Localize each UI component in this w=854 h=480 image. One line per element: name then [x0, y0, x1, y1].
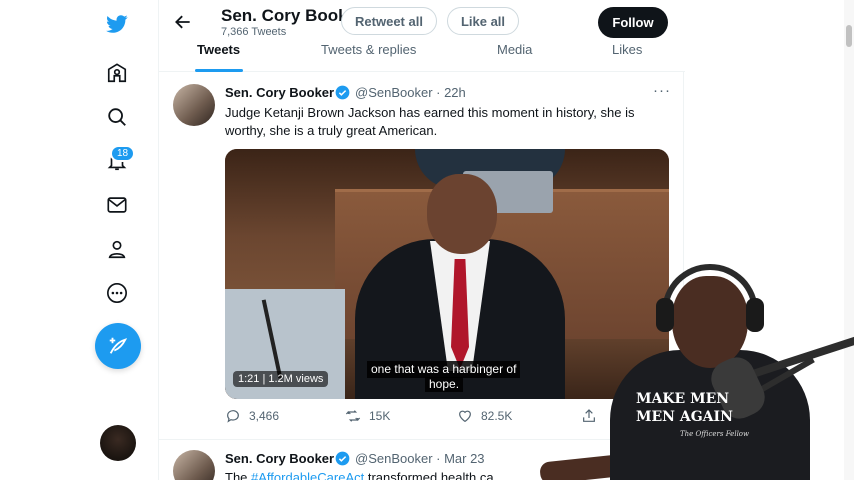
tab-tweets[interactable]: Tweets [197, 42, 240, 57]
reply-button[interactable]: 3,466 [225, 408, 279, 424]
profile-name: Sen. Cory Booker [221, 6, 349, 25]
tweet-author-avatar[interactable] [173, 84, 215, 126]
tab-media[interactable]: Media [497, 42, 532, 57]
follow-button[interactable]: Follow [598, 7, 668, 38]
more-options-icon[interactable] [104, 280, 130, 306]
tweet-text: Judge Ketanji Brown Jackson has earned t… [225, 105, 635, 138]
shirt-line-2: MEN AGAIN [636, 409, 733, 425]
shirt-print: MAKE MEN MEN AGAIN [636, 390, 786, 426]
webcam-overlay: MAKE MEN MEN AGAIN The Officers Fellow [539, 258, 854, 480]
video-caption-line2: hope. [425, 377, 464, 392]
headphones [662, 264, 758, 324]
video-duration-views: 1:21 | 1.2M views [233, 371, 329, 387]
tweet-text-prefix: The [225, 470, 252, 480]
verified-badge-icon [335, 451, 350, 466]
like-count: 82.5K [481, 409, 513, 423]
retweet-all-button[interactable]: Retweet all [341, 7, 437, 35]
tweet-handle-time[interactable]: @SenBooker · 22h [355, 85, 466, 100]
feather-plus-icon [109, 337, 128, 354]
tweet-handle-time[interactable]: @SenBooker · Mar 23 [355, 451, 485, 466]
hashtag-link[interactable]: #AffordableCareAct [251, 470, 364, 480]
compose-tweet-button[interactable] [95, 323, 141, 369]
video-caption-line1: one that was a harbinger of [367, 361, 521, 378]
retweet-button[interactable]: 15K [345, 408, 390, 424]
retweet-count: 15K [369, 409, 391, 423]
account-avatar[interactable] [100, 425, 136, 461]
like-button[interactable]: 82.5K [457, 408, 512, 424]
retweet-icon [345, 410, 361, 422]
home-icon[interactable] [104, 60, 130, 86]
tweet-text: The #AffordableCareAct transformed healt… [225, 470, 494, 480]
scrollbar-thumb[interactable] [846, 25, 852, 47]
shirt-subtext: The Officers Fellow [680, 430, 750, 438]
twitter-logo-icon[interactable] [104, 11, 130, 37]
left-nav-rail: 18 [0, 0, 158, 480]
verified-badge-icon [335, 85, 350, 100]
tweet-more-menu-icon[interactable]: ··· [653, 82, 671, 99]
tweet-author-name[interactable]: Sen. Cory Booker [225, 85, 334, 100]
reply-count: 3,466 [249, 409, 280, 423]
shirt-line-1: MAKE MEN [636, 391, 730, 407]
messages-mail-icon[interactable] [104, 192, 130, 218]
tab-likes[interactable]: Likes [612, 42, 642, 57]
tab-tweets-replies[interactable]: Tweets & replies [321, 42, 416, 57]
tweet-count: 7,366 Tweets [221, 26, 287, 38]
tweet-text-suffix: transformed health ca [364, 470, 494, 480]
app-root: 18 Sen. Cory Booker 7,366 Tweets Retweet… [0, 0, 854, 480]
tweet-author-avatar[interactable] [173, 450, 215, 480]
like-all-button[interactable]: Like all [447, 7, 519, 35]
tweet-author-name[interactable]: Sen. Cory Booker [225, 451, 334, 466]
reply-icon [227, 410, 239, 423]
back-arrow-icon[interactable] [173, 12, 193, 32]
profile-person-icon[interactable] [104, 236, 130, 262]
explore-search-icon[interactable] [104, 104, 130, 130]
profile-tabs: Tweets Tweets & replies Media Likes [159, 40, 685, 72]
notifications-badge: 18 [110, 145, 136, 162]
heart-icon [459, 410, 471, 423]
